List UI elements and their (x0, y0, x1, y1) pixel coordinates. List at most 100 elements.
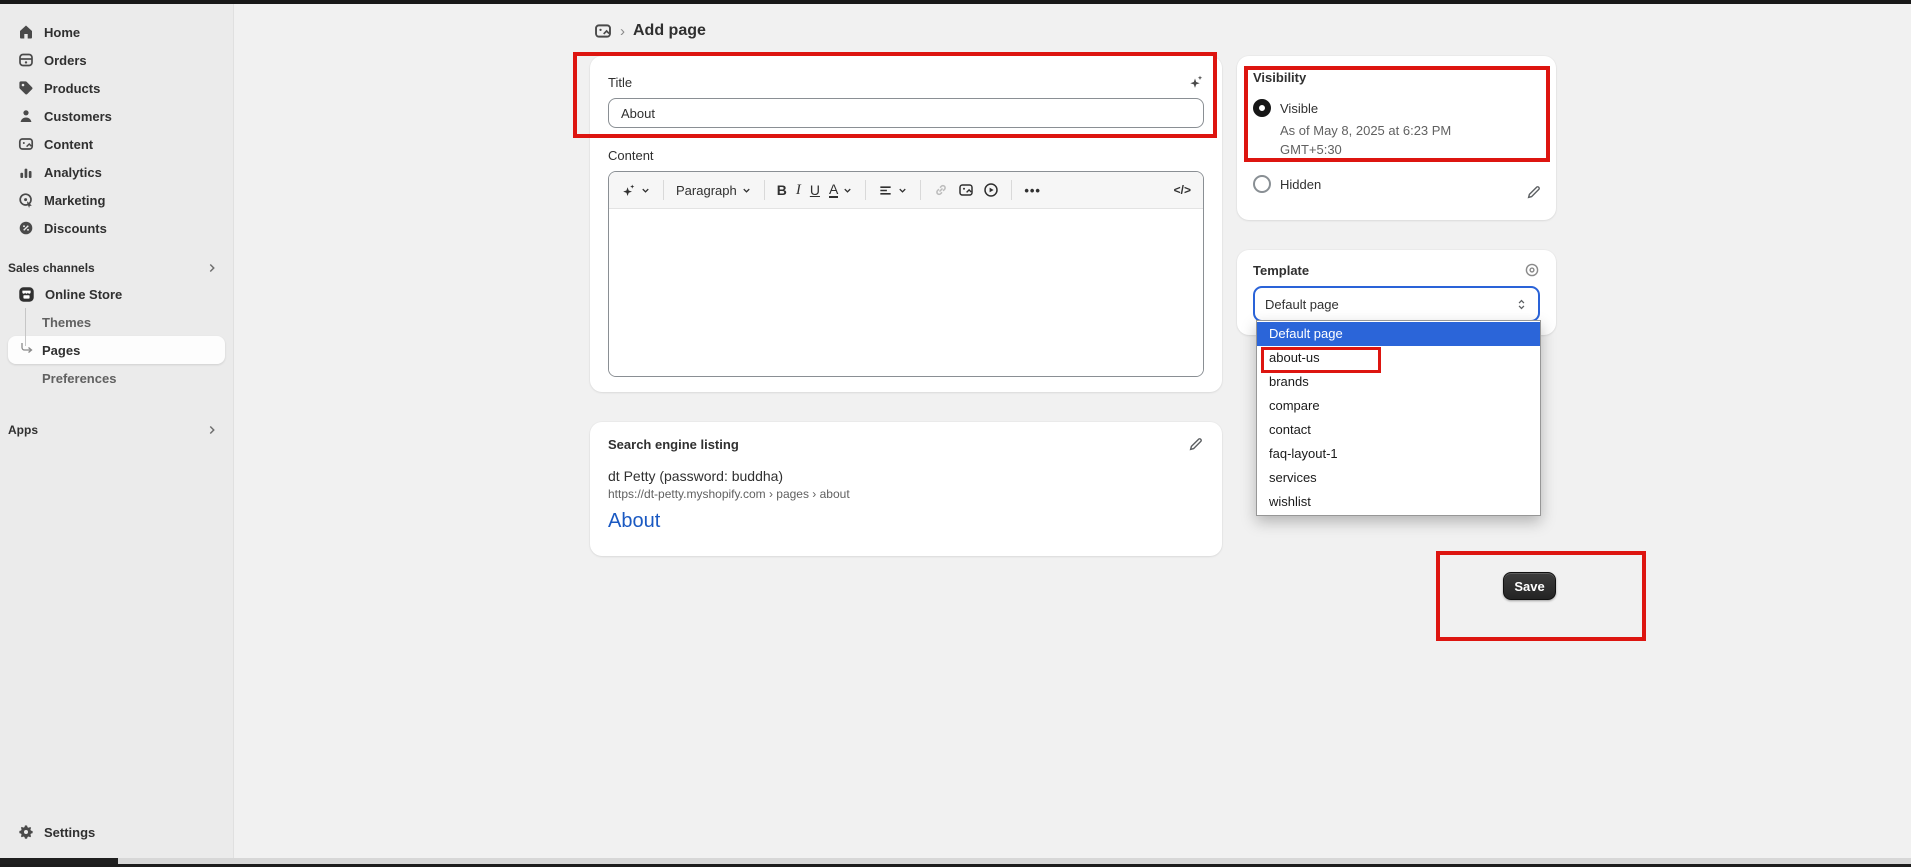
seo-url: https://dt-petty.myshopify.com › pages ›… (608, 487, 1204, 501)
chevron-right-icon (205, 261, 219, 275)
online-store-icon (18, 286, 35, 303)
home-icon (18, 24, 34, 40)
chevron-down-icon (741, 185, 752, 196)
dropdown-option-compare[interactable]: compare (1257, 394, 1540, 418)
dropdown-option-contact[interactable]: contact (1257, 418, 1540, 442)
dropdown-option-about-us[interactable]: about-us (1257, 346, 1540, 370)
dropdown-option-wishlist[interactable]: wishlist (1257, 490, 1540, 514)
tree-branch-arrow-icon (20, 342, 34, 356)
sidebar-item-label: Orders (44, 53, 87, 68)
title-input[interactable] (608, 98, 1204, 128)
text-color-button[interactable]: A (829, 182, 853, 198)
template-heading: Template (1253, 263, 1309, 278)
insert-video-icon[interactable] (983, 182, 999, 198)
bold-button[interactable]: B (777, 182, 787, 198)
seo-card: Search engine listing dt Petty (password… (590, 422, 1222, 556)
visible-radio-row[interactable]: Visible (1253, 99, 1540, 117)
sidebar-item-label: Products (44, 81, 100, 96)
alignment-button[interactable] (878, 183, 908, 198)
italic-button[interactable]: I (796, 182, 801, 199)
template-select[interactable]: Default page (1253, 286, 1540, 322)
insert-link-icon[interactable] (933, 182, 949, 198)
analytics-bars-icon (18, 164, 34, 180)
sidebar-item-preferences[interactable]: Preferences (0, 364, 233, 392)
editor-text-area[interactable] (609, 209, 1203, 377)
schedule-timezone: GMT+5:30 (1280, 142, 1342, 157)
sidebar-item-label: Pages (42, 343, 80, 358)
toolbar-divider (764, 180, 765, 200)
dropdown-option-services[interactable]: services (1257, 466, 1540, 490)
sidebar-item-home[interactable]: Home (0, 18, 233, 46)
toolbar-divider (663, 180, 664, 200)
tree-connector-line (25, 308, 26, 346)
visibility-heading: Visibility (1253, 70, 1540, 85)
sidebar-item-products[interactable]: Products (0, 74, 233, 102)
text-color-letter: A (829, 182, 838, 198)
content-image-icon (18, 136, 34, 152)
dropdown-option-default-page[interactable]: Default page (1257, 322, 1540, 346)
edit-visibility-pencil-icon[interactable] (1526, 184, 1542, 200)
sidebar-item-label: Marketing (44, 193, 105, 208)
visible-radio[interactable] (1253, 99, 1271, 117)
sales-channels-header[interactable]: Sales channels (0, 256, 233, 280)
sidebar-item-pages[interactable]: Pages (8, 336, 225, 364)
sidebar: Home Orders Products Customers Content A… (0, 4, 234, 858)
toolbar-divider (920, 180, 921, 200)
select-updown-icon (1515, 298, 1528, 311)
hidden-radio[interactable] (1253, 175, 1271, 193)
dropdown-option-brands[interactable]: brands (1257, 370, 1540, 394)
editor-toolbar: Paragraph B I U A (609, 172, 1203, 209)
apps-label: Apps (8, 423, 38, 437)
page-breadcrumb-icon[interactable] (594, 22, 612, 40)
sidebar-item-online-store[interactable]: Online Store (0, 280, 233, 308)
underline-button[interactable]: U (810, 182, 820, 198)
main-nav: Home Orders Products Customers Content A… (0, 4, 233, 242)
sales-channels-label: Sales channels (8, 261, 95, 275)
chevron-down-icon (842, 185, 853, 196)
sidebar-item-content[interactable]: Content (0, 130, 233, 158)
edit-pencil-icon[interactable] (1188, 436, 1204, 452)
sidebar-item-label: Themes (42, 315, 91, 330)
show-html-button[interactable]: </> (1174, 183, 1191, 197)
visibility-card: Visibility Visible As of May 8, 2025 at … (1237, 56, 1556, 220)
window-top-edge (0, 0, 1911, 4)
more-options-button[interactable]: ••• (1024, 183, 1041, 198)
hidden-label: Hidden (1280, 177, 1321, 192)
sidebar-item-label: Discounts (44, 221, 107, 236)
dropdown-option-faq-layout-1[interactable]: faq-layout-1 (1257, 442, 1540, 466)
insert-image-icon[interactable] (958, 182, 974, 198)
ai-assist-button[interactable] (621, 183, 651, 198)
ai-sparkle-icon[interactable] (1188, 74, 1204, 90)
paragraph-style-dropdown[interactable]: Paragraph (676, 183, 752, 198)
seo-site-title: dt Petty (password: buddha) (608, 468, 1204, 484)
chevron-right-icon (205, 423, 219, 437)
seo-page-title: About (608, 510, 1204, 533)
preview-eye-icon[interactable] (1524, 262, 1540, 278)
settings-label: Settings (44, 825, 95, 840)
sidebar-item-discounts[interactable]: Discounts (0, 214, 233, 242)
chevron-down-icon (640, 185, 651, 196)
sidebar-item-orders[interactable]: Orders (0, 46, 233, 74)
discounts-badge-icon (18, 220, 34, 236)
breadcrumb: › Add page (594, 22, 706, 40)
sidebar-item-label: Content (44, 137, 93, 152)
hidden-radio-row[interactable]: Hidden (1253, 175, 1540, 193)
sidebar-item-label: Customers (44, 109, 112, 124)
sidebar-item-settings[interactable]: Settings (0, 818, 233, 846)
sidebar-item-customers[interactable]: Customers (0, 102, 233, 130)
sidebar-item-marketing[interactable]: Marketing (0, 186, 233, 214)
sidebar-item-analytics[interactable]: Analytics (0, 158, 233, 186)
chevron-down-icon (897, 185, 908, 196)
page-title: Add page (633, 22, 706, 40)
visible-schedule-note: As of May 8, 2025 at 6:23 PM GMT+5:30 (1280, 121, 1500, 159)
sidebar-item-themes[interactable]: Themes (0, 308, 233, 336)
apps-header[interactable]: Apps (0, 418, 233, 442)
visible-label: Visible (1280, 101, 1318, 116)
sidebar-item-label: Preferences (42, 371, 116, 386)
marketing-target-icon (18, 192, 34, 208)
sidebar-item-label: Analytics (44, 165, 102, 180)
template-dropdown-list: Default page about-us brands compare con… (1256, 320, 1541, 516)
save-button[interactable]: Save (1503, 572, 1556, 600)
template-selected-value: Default page (1265, 297, 1339, 312)
sidebar-item-label: Online Store (45, 287, 122, 302)
